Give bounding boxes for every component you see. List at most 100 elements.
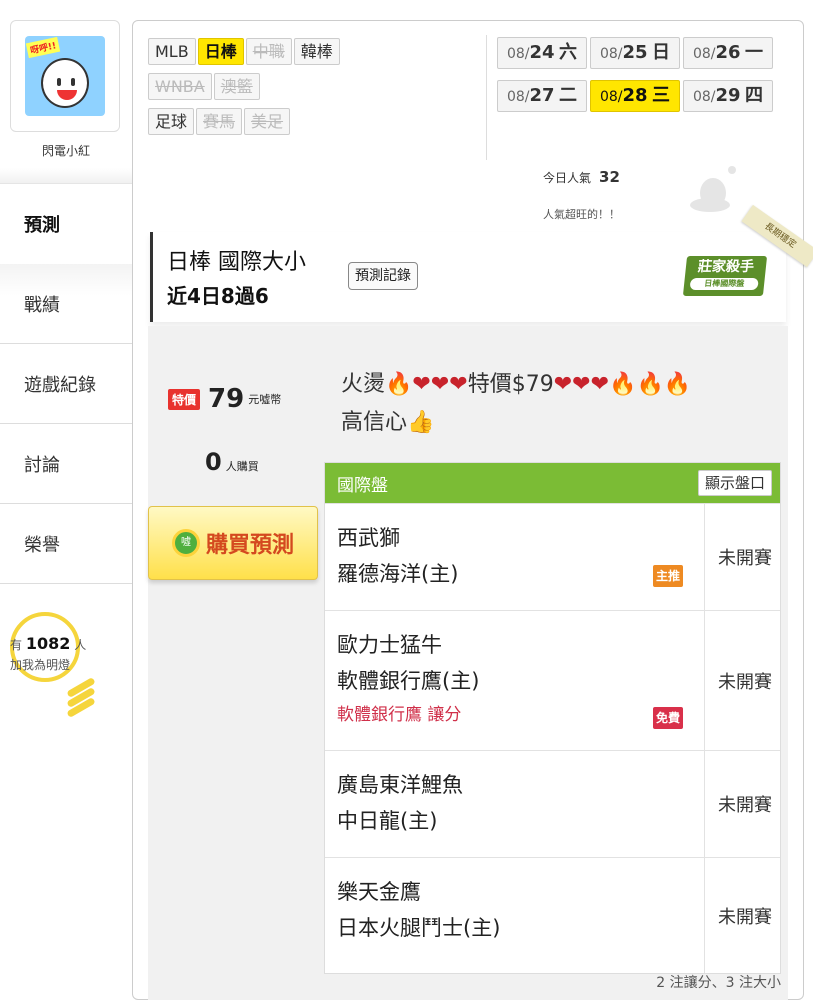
pick-note: 軟體銀行鷹 讓分 — [337, 705, 462, 725]
match-status: 未開賽 — [718, 906, 772, 928]
date-day: 24 — [529, 42, 555, 63]
home-team: 軟體銀行鷹(主) — [337, 669, 480, 693]
sidebar-divider — [0, 168, 132, 184]
date-weekday: 二 — [559, 85, 578, 106]
price-unit: 元噓幣 — [248, 393, 282, 406]
away-team: 歐力士猛牛 — [337, 633, 442, 657]
sidebar-item-record[interactable]: 戰績 — [0, 264, 132, 344]
buyer-count-unit: 人購買 — [225, 460, 259, 473]
divider — [486, 35, 487, 160]
league-tab[interactable]: WNBA — [148, 73, 212, 100]
bulb-count: 1082 — [25, 634, 71, 653]
date-tab[interactable]: 08/29 四 — [683, 80, 773, 112]
table-row[interactable]: 歐力士猛牛軟體銀行鷹(主) 軟體銀行鷹 讓分 免費 未開賽 — [325, 610, 780, 750]
heart-icon: ❤❤❤ — [412, 372, 468, 397]
league-tab[interactable]: 賽馬 — [196, 108, 243, 135]
sidebar-nav: 預測 戰績 遊戲紀錄 討論 榮譽 — [0, 184, 132, 584]
league-tab[interactable]: 美足 — [244, 108, 291, 135]
match-teams: 西武獅 羅德海洋(主) — [325, 504, 705, 610]
date-day: 26 — [715, 42, 741, 63]
date-month: 08/ — [692, 46, 716, 62]
buyer-count-value: 0 — [205, 448, 222, 476]
date-weekday: 四 — [745, 85, 764, 106]
table-header: 國際盤 顯示盤口 — [325, 463, 780, 503]
table-row[interactable]: 廣島東洋鯉魚 中日龍(主) 未開賽 — [325, 750, 780, 857]
league-tab[interactable]: 中職 — [245, 38, 292, 65]
date-tab[interactable]: 08/26 一 — [683, 37, 773, 69]
follow-bulb[interactable]: 有 1082 人 加我為明燈 — [10, 612, 110, 732]
sidebar-item-predict[interactable]: 預測 — [0, 184, 132, 264]
sidebar-item-discussion[interactable]: 討論 — [0, 424, 132, 504]
sidebar-item-game-log[interactable]: 遊戲紀錄 — [0, 344, 132, 424]
league-tab[interactable]: 足球 — [148, 108, 195, 135]
match-teams: 歐力士猛牛軟體銀行鷹(主) 軟體銀行鷹 讓分 — [325, 611, 705, 750]
home-team: 中日龍(主) — [337, 809, 438, 833]
table-row[interactable]: 西武獅 羅德海洋(主) 主推 未開賽 — [325, 503, 780, 610]
date-tab[interactable]: 08/25 日 — [590, 37, 680, 69]
buy-button-label: 購買預測 — [205, 533, 294, 558]
bulb-text: 有 1082 人 加我為明燈 — [10, 634, 100, 675]
home-team: 日本火腿鬥士(主) — [337, 916, 501, 940]
sidebar-item-honor[interactable]: 榮譽 — [0, 504, 132, 584]
sale-badge: 特價 — [168, 388, 201, 410]
heart-icon: ❤❤❤ — [553, 372, 610, 397]
league-tab[interactable]: MLB — [148, 38, 196, 65]
pick-chip: 免費 — [653, 707, 684, 729]
show-odds-button[interactable]: 顯示盤口 — [697, 470, 772, 496]
date-weekday: 日 — [652, 42, 671, 63]
buy-prediction-button[interactable]: 噓 購買預測 — [148, 506, 318, 580]
match-status: 未開賽 — [718, 548, 772, 569]
promo-text: 火燙🔥❤❤❤特價$79❤❤❤🔥🔥🔥 高信心👍 — [341, 366, 781, 442]
splash-icon — [680, 158, 750, 228]
away-team: 西武獅 — [337, 526, 400, 550]
league-tab[interactable]: 澳籃 — [213, 73, 260, 100]
promo-price: 特價$79 — [467, 372, 554, 397]
badge-title-text: 莊家殺手 — [697, 259, 755, 275]
avatar-box[interactable]: 呀呼!! — [10, 20, 120, 132]
coin-icon: 噓 — [171, 529, 200, 557]
prediction-header: 日棒 國際大小 近4日8過6 預測記錄 莊家殺手 日棒國際盤 — [150, 232, 786, 322]
league-tab[interactable]: 韓棒 — [293, 38, 340, 65]
match-teams: 樂天金鷹 日本火腿鬥士(主) — [325, 858, 705, 973]
date-weekday: 一 — [745, 42, 764, 63]
date-picker: 08/24 六 08/25 日 08/26 一 08/27 二 08/28 三 08/29… — [497, 37, 797, 123]
date-month: 08/ — [506, 46, 530, 62]
league-tab[interactable]: 日棒 — [197, 38, 244, 65]
killer-badge: 莊家殺手 日棒國際盤 — [677, 244, 773, 304]
price-value: 79 — [208, 384, 245, 414]
date-month: 08/ — [599, 89, 623, 105]
avatar-face — [41, 58, 89, 108]
pick-chip: 主推 — [653, 565, 684, 587]
date-weekday: 六 — [559, 42, 578, 63]
price-row: 特價 79 元噓幣 — [168, 384, 281, 414]
date-month: 08/ — [506, 89, 530, 105]
badge-sub: 日棒國際盤 — [689, 278, 759, 290]
date-tab[interactable]: 08/27 二 — [497, 80, 587, 112]
avatar-shout-text: 呀呼!! — [25, 36, 61, 59]
promo-line2: 高信心 — [341, 410, 408, 435]
date-month: 08/ — [599, 46, 623, 62]
avatar-mouth — [57, 90, 77, 100]
table-header-label: 國際盤 — [337, 475, 388, 496]
thumbs-up-icon: 👍 — [407, 410, 435, 435]
promo-prefix: 火燙 — [341, 372, 386, 397]
avatar[interactable]: 呀呼!! — [25, 36, 105, 116]
match-table: 國際盤 顯示盤口 西武獅 羅德海洋(主) 主推 未開賽 歐力士猛牛 軟體銀行鷹(主) 軟體銀… — [324, 462, 781, 974]
match-teams: 廣島東洋鯉魚 中日龍(主) — [325, 751, 705, 857]
table-row[interactable]: 樂天金鷹 日本火腿鬥士(主) 未開賽 — [325, 857, 780, 973]
match-status: 未開賽 — [718, 795, 772, 816]
bulb-base-icon — [66, 676, 102, 724]
date-tab[interactable]: 08/28 三 — [590, 80, 680, 112]
header-title: 日棒 國際大小 — [167, 250, 306, 275]
date-month: 08/ — [692, 89, 716, 105]
fire-icon: 🔥🔥🔥 — [609, 372, 692, 397]
footer-note: 2 注讓分、3 注大小 — [656, 975, 781, 991]
header-subtitle: 近4日8過6 — [167, 284, 269, 308]
date-day: 29 — [715, 85, 741, 106]
bulb-suffix: 人 — [74, 638, 87, 652]
popularity: 今日人氣 32 — [543, 168, 620, 186]
match-status: 未開賽 — [718, 671, 772, 693]
record-button[interactable]: 預測記錄 — [348, 262, 418, 290]
date-tab[interactable]: 08/24 六 — [497, 37, 587, 69]
username[interactable]: 閃電小紅 — [0, 142, 132, 159]
